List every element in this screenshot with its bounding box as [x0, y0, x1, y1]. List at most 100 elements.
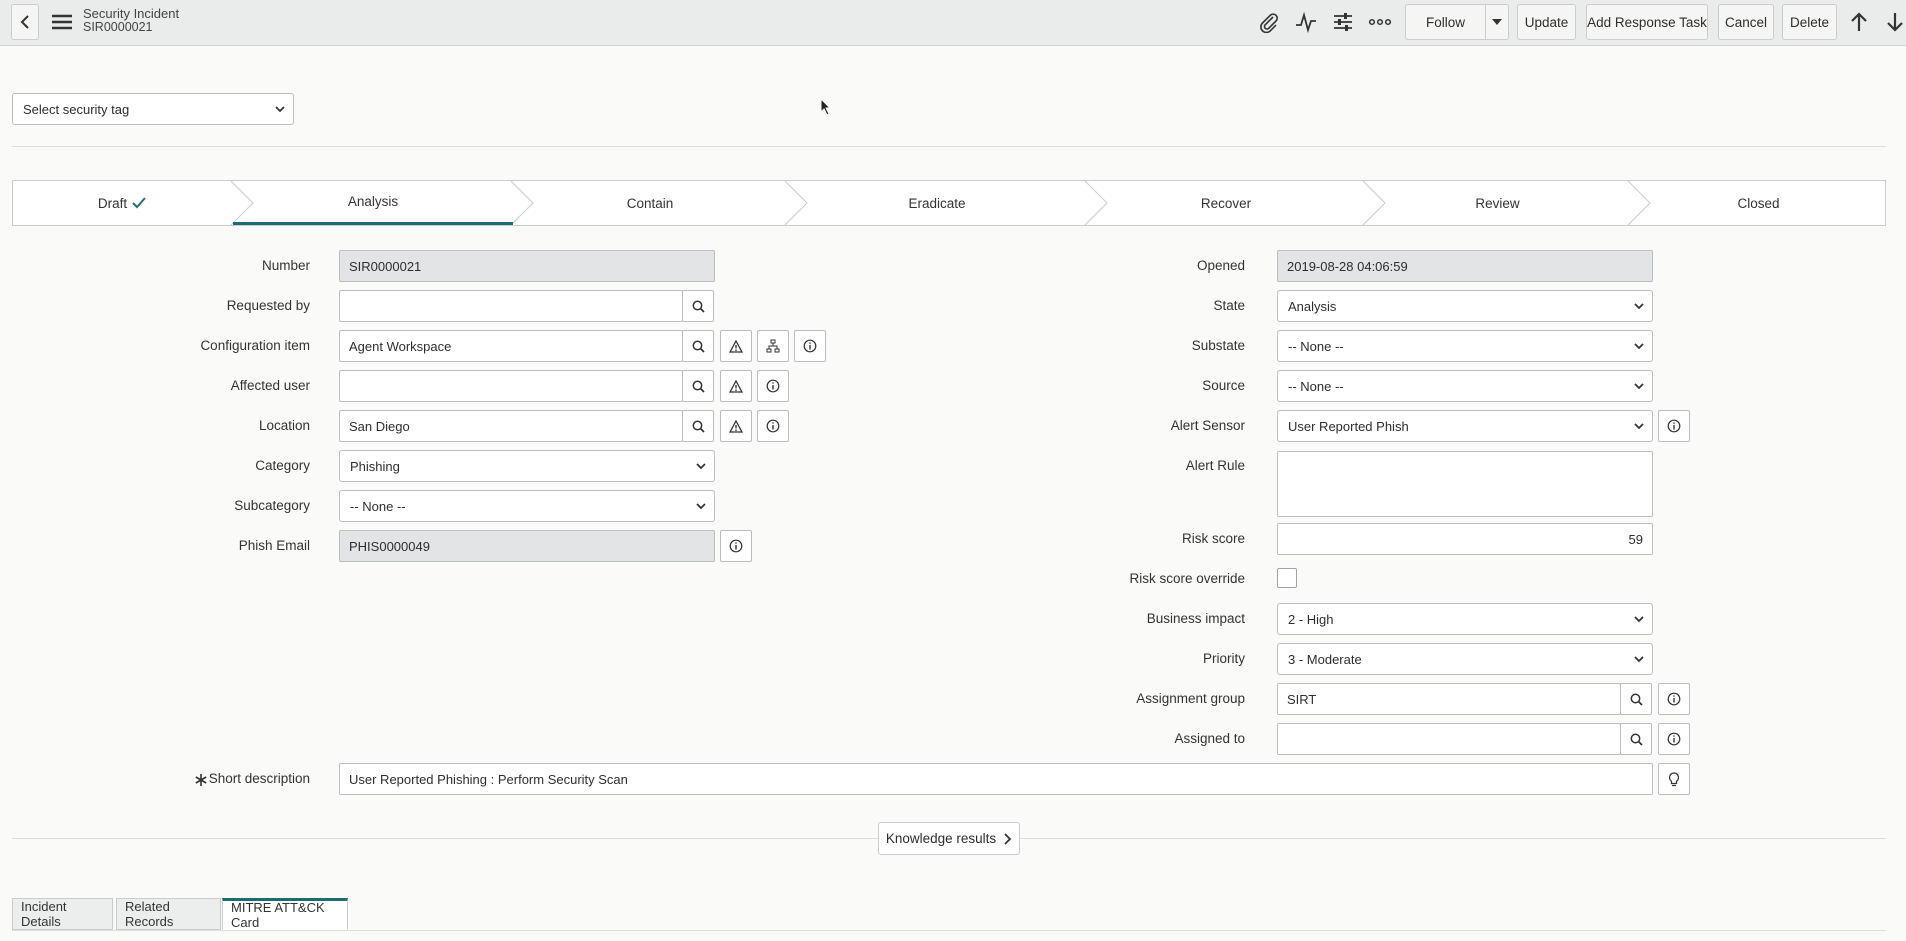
- form-title: Security Incident: [83, 6, 180, 21]
- search-icon: [692, 340, 705, 353]
- opened-field: 2019-08-28 04:06:59: [1277, 250, 1653, 282]
- configuration-item-info-button[interactable]: [794, 330, 826, 362]
- alert-rule-field[interactable]: [1277, 451, 1653, 517]
- phish-email-info-button[interactable]: [720, 530, 752, 562]
- knowledge-results-button[interactable]: Knowledge results: [878, 822, 1020, 855]
- next-record-button[interactable]: [1884, 9, 1906, 35]
- process-flow: Draft Analysis Contain Eradicate Recover…: [12, 180, 1886, 226]
- assigned-to-info-button[interactable]: [1658, 723, 1690, 755]
- location-warning-button[interactable]: [720, 410, 752, 442]
- add-response-task-button[interactable]: Add Response Task: [1586, 4, 1708, 40]
- state-select[interactable]: Analysis: [1277, 290, 1653, 322]
- risk-score-field[interactable]: 59: [1277, 523, 1653, 555]
- tab-mitre-attack-card[interactable]: MITRE ATT&CK Card: [222, 898, 348, 930]
- configuration-item-field[interactable]: Agent Workspace: [339, 330, 683, 362]
- assigned-to-field[interactable]: [1277, 723, 1621, 755]
- location-lookup-button[interactable]: [682, 410, 714, 442]
- source-select[interactable]: -- None --: [1277, 370, 1653, 402]
- subcategory-select[interactable]: -- None --: [339, 490, 715, 522]
- requested-by-lookup-button[interactable]: [682, 290, 714, 322]
- update-button[interactable]: Update: [1517, 4, 1576, 40]
- short-description-label: Short description: [208, 771, 310, 786]
- search-icon: [692, 420, 705, 433]
- cancel-button[interactable]: Cancel: [1718, 4, 1774, 40]
- location-field[interactable]: San Diego: [339, 410, 683, 442]
- info-icon: [766, 419, 780, 433]
- assignment-group-label: Assignment group: [1136, 691, 1245, 706]
- info-icon: [766, 379, 780, 393]
- number-field: SIR0000021: [339, 250, 715, 282]
- requested-by-field[interactable]: [339, 290, 683, 322]
- security-tag-select[interactable]: Select security tag: [12, 93, 294, 125]
- follow-dropdown-button[interactable]: [1485, 4, 1509, 40]
- more-options-button[interactable]: [1367, 9, 1393, 35]
- risk-score-override-label: Risk score override: [1129, 571, 1245, 586]
- menu-icon: [52, 14, 72, 30]
- phish-email-label: Phish Email: [238, 538, 310, 553]
- affected-user-field[interactable]: [339, 370, 683, 402]
- affected-user-info-button[interactable]: [757, 370, 789, 402]
- tab-related-records[interactable]: Related Records: [116, 898, 221, 930]
- stage-eradicate-label: Eradicate: [908, 195, 966, 211]
- category-value: Phishing: [350, 458, 400, 474]
- caret-down-icon: [1492, 19, 1502, 25]
- assignment-group-field[interactable]: SIRT: [1277, 683, 1621, 715]
- stage-closed-label: Closed: [1737, 195, 1780, 211]
- chevron-right-icon: [1004, 832, 1012, 845]
- search-icon: [1630, 693, 1643, 706]
- priority-select[interactable]: 3 - Moderate: [1277, 643, 1653, 675]
- update-button-label: Update: [1524, 14, 1569, 30]
- stage-draft-label: Draft: [97, 195, 128, 211]
- affected-user-lookup-button[interactable]: [682, 370, 714, 402]
- alert-sensor-select[interactable]: User Reported Phish: [1277, 410, 1653, 442]
- delete-button[interactable]: Delete: [1782, 4, 1837, 40]
- tab-content-border: [12, 930, 1886, 931]
- follow-button[interactable]: Follow: [1405, 4, 1486, 40]
- assignment-group-lookup-button[interactable]: [1620, 683, 1652, 715]
- stage-recover: Recover: [1087, 181, 1365, 225]
- chevron-down-icon: [696, 503, 706, 510]
- assignment-group-info-button[interactable]: [1658, 683, 1690, 715]
- stage-contain: Contain: [513, 181, 787, 225]
- stage-analysis: Analysis: [233, 181, 513, 225]
- stage-eradicate: Eradicate: [787, 181, 1087, 225]
- menu-button[interactable]: [50, 10, 74, 34]
- warning-icon: [729, 339, 743, 353]
- affected-user-warning-button[interactable]: [720, 370, 752, 402]
- business-impact-value: 2 - High: [1288, 611, 1334, 627]
- back-icon: [20, 15, 29, 29]
- personalize-button[interactable]: [1330, 9, 1356, 35]
- substate-label: Substate: [1191, 338, 1245, 353]
- assigned-to-lookup-button[interactable]: [1620, 723, 1652, 755]
- chevron-down-icon: [696, 463, 706, 470]
- tab-incident-details-label: Incident Details: [21, 899, 67, 929]
- stage-analysis-label: Analysis: [347, 194, 399, 209]
- previous-record-button[interactable]: [1848, 9, 1870, 35]
- info-icon: [729, 539, 743, 553]
- alert-sensor-info-button[interactable]: [1658, 410, 1690, 442]
- business-impact-select[interactable]: 2 - High: [1277, 603, 1653, 635]
- stage-draft: Draft: [13, 181, 231, 225]
- settings-sliders-icon: [1334, 13, 1352, 31]
- configuration-item-business-service-button[interactable]: [720, 330, 752, 362]
- arrow-down-icon: [1887, 13, 1903, 32]
- search-icon: [692, 380, 705, 393]
- risk-score-override-checkbox[interactable]: [1277, 568, 1297, 588]
- category-label: Category: [255, 458, 310, 473]
- risk-score-value: 59: [1628, 531, 1643, 547]
- mouse-cursor-icon: [820, 98, 832, 116]
- configuration-item-lookup-button[interactable]: [682, 330, 714, 362]
- delete-button-label: Delete: [1789, 14, 1830, 30]
- business-impact-label: Business impact: [1146, 611, 1245, 626]
- state-value: Analysis: [1288, 298, 1337, 314]
- tab-incident-details[interactable]: Incident Details: [12, 898, 113, 930]
- activity-button[interactable]: [1293, 9, 1319, 35]
- location-info-button[interactable]: [757, 410, 789, 442]
- category-select[interactable]: Phishing: [339, 450, 715, 482]
- substate-select[interactable]: -- None --: [1277, 330, 1653, 362]
- short-description-suggestion-button[interactable]: [1658, 763, 1690, 795]
- attachment-button[interactable]: [1256, 9, 1282, 35]
- configuration-item-dependency-button[interactable]: [757, 330, 789, 362]
- short-description-field[interactable]: User Reported Phishing : Perform Securit…: [339, 763, 1653, 795]
- back-button[interactable]: [11, 4, 39, 40]
